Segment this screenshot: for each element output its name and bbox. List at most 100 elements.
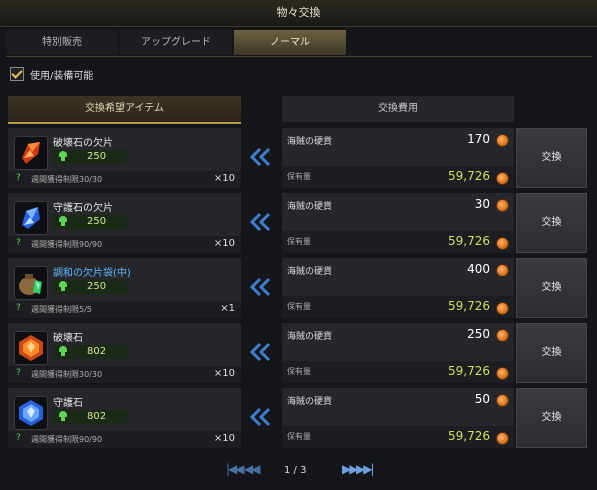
- item-cell: 破壊石の欠片 250 ? 週間獲得制限30/30 ×10: [8, 128, 241, 188]
- item-price-value: 250: [87, 281, 107, 292]
- limit-bar: ? 週間獲得制限30/30 ×10: [8, 366, 241, 383]
- pirate-coin-icon: [496, 172, 509, 185]
- weekly-limit: 週間獲得制限90/90: [31, 240, 103, 249]
- owned-label: 保有量: [287, 237, 311, 246]
- weekly-limit: 週間獲得制限30/30: [31, 370, 103, 379]
- item-quantity: ×10: [213, 433, 235, 444]
- pirate-coin-icon: [496, 302, 509, 315]
- pirate-coin-icon: [496, 329, 509, 342]
- pirate-coin-icon: [496, 199, 509, 212]
- owned-value: 59,726: [448, 169, 490, 183]
- help-icon[interactable]: ?: [16, 368, 21, 378]
- double-left-arrow-icon: [249, 407, 271, 427]
- cost-value: 30: [474, 197, 490, 211]
- item-name: 守護石: [53, 398, 83, 409]
- double-left-arrow-icon: [249, 342, 271, 362]
- pouch-icon[interactable]: [14, 266, 48, 300]
- limit-bar: ? 週間獲得制限5/5 ×1: [8, 301, 241, 318]
- owned-bar: 保有量 59,726: [282, 166, 514, 188]
- cost-currency-name: 海賊の硬貨: [287, 137, 333, 147]
- owned-bar: 保有量 59,726: [282, 231, 514, 253]
- weekly-limit: 週間獲得制限30/30: [31, 175, 103, 184]
- owned-label: 保有量: [287, 172, 311, 181]
- next-page-button[interactable]: ▶▶: [342, 462, 359, 476]
- tab-upgrade[interactable]: アップグレード: [120, 30, 232, 55]
- item-cell: 調和の欠片袋(中) 250 ? 週間獲得制限5/5 ×1: [8, 258, 241, 318]
- limit-bar: ? 週間獲得制限90/90 ×10: [8, 431, 241, 448]
- prev-page-button[interactable]: ◀◀: [244, 462, 261, 476]
- blue-stone-icon[interactable]: [14, 396, 48, 430]
- red-stone-icon[interactable]: [14, 331, 48, 365]
- blue-shard-icon[interactable]: [14, 201, 48, 235]
- exchange-cost-header: 交換費用: [282, 96, 514, 122]
- cost-currency-name: 海賊の硬貨: [287, 332, 333, 342]
- item-cell: 守護石の欠片 250 ? 週間獲得制限90/90 ×10: [8, 193, 241, 253]
- item-cell: 守護石 802 ? 週間獲得制限90/90 ×10: [8, 388, 241, 448]
- helmet-icon: [59, 281, 67, 291]
- cost-currency-name: 海賊の硬貨: [287, 267, 333, 277]
- exchange-button[interactable]: 交換: [516, 193, 587, 253]
- item-price-value: 250: [87, 151, 107, 162]
- help-icon[interactable]: ?: [16, 303, 21, 313]
- helmet-icon: [59, 346, 67, 356]
- pirate-coin-icon: [496, 394, 509, 407]
- owned-value: 59,726: [448, 364, 490, 378]
- item-name: 調和の欠片袋(中): [53, 268, 131, 279]
- item-price-value: 802: [87, 346, 107, 357]
- cost-cell: 海賊の硬貨 30 保有量 59,726: [282, 193, 514, 253]
- cost-value: 50: [474, 392, 490, 406]
- owned-label: 保有量: [287, 367, 311, 376]
- cost-value: 170: [467, 132, 490, 146]
- usable-filter[interactable]: 使用/装備可能: [10, 66, 93, 82]
- double-left-arrow-icon: [249, 147, 271, 167]
- last-page-button[interactable]: ▶▶|: [356, 462, 374, 476]
- exchange-row: 調和の欠片袋(中) 250 ? 週間獲得制限5/5 ×1 海賊の硬貨 400 保…: [0, 258, 597, 318]
- item-name: 破壊石の欠片: [53, 138, 113, 149]
- item-price: 250: [53, 215, 127, 229]
- window-title: 物々交換: [0, 0, 597, 27]
- usable-filter-label: 使用/装備可能: [30, 70, 94, 82]
- owned-label: 保有量: [287, 302, 311, 311]
- item-price: 802: [53, 410, 127, 424]
- limit-bar: ? 週間獲得制限90/90 ×10: [8, 236, 241, 253]
- owned-bar: 保有量 59,726: [282, 426, 514, 448]
- usable-filter-checkbox[interactable]: [10, 67, 24, 81]
- pagination: |◀◀ ◀◀ 1 / 3 ▶▶ ▶▶|: [0, 460, 597, 484]
- tab-bar: 特別販売 アップグレード ノーマル: [6, 30, 592, 57]
- cost-value: 400: [467, 262, 490, 276]
- exchange-row: 破壊石 802 ? 週間獲得制限30/30 ×10 海賊の硬貨 250 保有量 …: [0, 323, 597, 383]
- exchange-button[interactable]: 交換: [516, 128, 587, 188]
- helmet-icon: [59, 411, 67, 421]
- help-icon[interactable]: ?: [16, 173, 21, 183]
- tab-normal[interactable]: ノーマル: [234, 30, 346, 55]
- double-left-arrow-icon: [249, 277, 271, 297]
- page-indicator: 1 / 3: [284, 465, 307, 476]
- help-icon[interactable]: ?: [16, 238, 21, 248]
- exchange-row: 守護石 802 ? 週間獲得制限90/90 ×10 海賊の硬貨 50 保有量 5…: [0, 388, 597, 448]
- exchange-button[interactable]: 交換: [516, 258, 587, 318]
- item-name: 守護石の欠片: [53, 203, 113, 214]
- limit-bar: ? 週間獲得制限30/30 ×10: [8, 171, 241, 188]
- first-page-button[interactable]: |◀◀: [226, 462, 244, 476]
- pirate-coin-icon: [496, 134, 509, 147]
- item-cell: 破壊石 802 ? 週間獲得制限30/30 ×10: [8, 323, 241, 383]
- pirate-coin-icon: [496, 264, 509, 277]
- owned-bar: 保有量 59,726: [282, 361, 514, 383]
- item-quantity: ×10: [213, 368, 235, 379]
- exchange-row: 守護石の欠片 250 ? 週間獲得制限90/90 ×10 海賊の硬貨 30 保有…: [0, 193, 597, 253]
- owned-value: 59,726: [448, 299, 490, 313]
- pirate-coin-icon: [496, 367, 509, 380]
- helmet-icon: [59, 216, 67, 226]
- item-quantity: ×10: [213, 238, 235, 249]
- red-shard-icon[interactable]: [14, 136, 48, 170]
- exchange-button[interactable]: 交換: [516, 388, 587, 448]
- tab-special-sale[interactable]: 特別販売: [6, 30, 118, 55]
- exchange-button[interactable]: 交換: [516, 323, 587, 383]
- item-price-value: 802: [87, 411, 107, 422]
- pirate-coin-icon: [496, 237, 509, 250]
- weekly-limit: 週間獲得制限5/5: [31, 305, 92, 314]
- help-icon[interactable]: ?: [16, 433, 21, 443]
- cost-cell: 海賊の硬貨 50 保有量 59,726: [282, 388, 514, 448]
- cost-cell: 海賊の硬貨 170 保有量 59,726: [282, 128, 514, 188]
- owned-value: 59,726: [448, 429, 490, 443]
